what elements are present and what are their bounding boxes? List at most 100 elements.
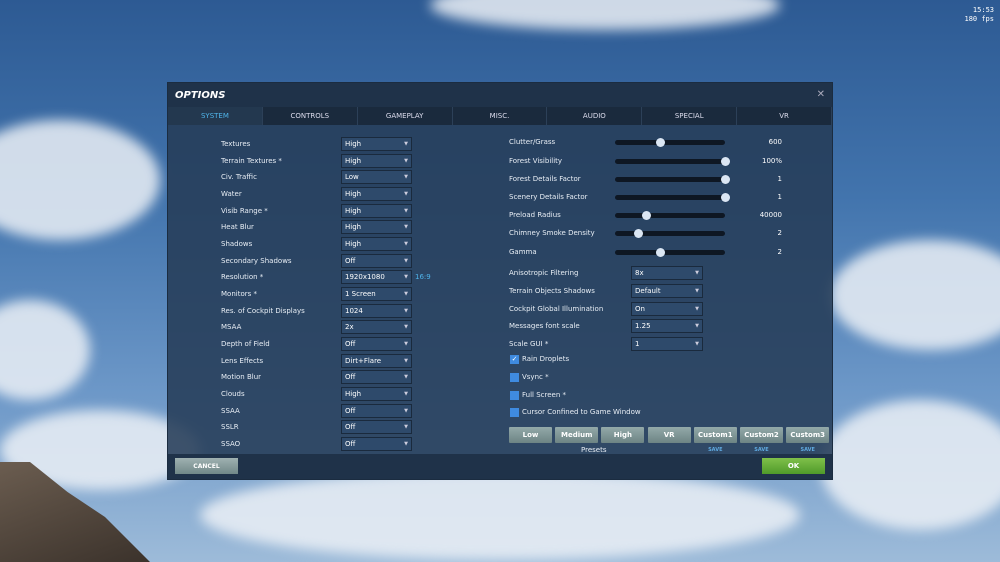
setting-dropdown[interactable]: 1024 ▼ [341,303,412,318]
setting-dropdown[interactable]: Off ▼ [341,403,412,418]
setting-dropdown[interactable]: 1920x1080 ▼ [341,270,412,285]
tab-controls[interactable]: CONTROLS [263,107,358,125]
slider-value: 1 [777,193,782,201]
slider-track[interactable] [615,157,730,166]
setting-dropdown[interactable]: High ▼ [341,137,412,151]
setting-label: Terrain Textures * [221,156,282,165]
setting-dropdown[interactable]: High ▼ [341,237,412,252]
chevron-down-icon: ▼ [404,357,408,364]
chevron-down-icon: ▼ [404,157,408,164]
chevron-down-icon: ▼ [404,407,408,414]
save-preset-link[interactable]: SAVE [786,447,829,453]
dropdown-value: Off [345,340,356,349]
dropdown-value: 1 Screen [345,290,376,299]
save-preset-link[interactable]: SAVE [694,447,737,453]
setting-label: MSAA [221,323,242,332]
setting-dropdown[interactable]: 1.25 ▼ [631,319,703,333]
slider-track[interactable] [615,211,725,220]
setting-dropdown[interactable]: High ▼ [341,220,412,235]
cloud [0,120,160,240]
preset-button-high[interactable]: High [601,427,645,443]
preset-button-vr[interactable]: VR [647,427,691,443]
checkbox[interactable] [510,408,519,417]
chevron-down-icon: ▼ [404,207,408,214]
dropdown-value: 1 [635,340,640,348]
preset-button-custom3[interactable]: Custom3 [786,427,830,443]
setting-dropdown[interactable]: High ▼ [341,153,412,168]
setting-dropdown[interactable]: 2x ▼ [341,320,412,335]
slider-track[interactable] [615,193,730,202]
dropdown-value: Off [345,440,356,449]
tab-system[interactable]: SYSTEM [168,107,263,125]
preset-button-low[interactable]: Low [509,427,552,443]
tab-misc[interactable]: MISC. [453,107,548,125]
setting-dropdown[interactable]: Dirt+Flare ▼ [341,353,412,368]
setting-dropdown[interactable]: 1 ▼ [631,337,703,351]
setting-dropdown[interactable]: Off ▼ [341,437,412,452]
chevron-down-icon: ▼ [404,341,408,348]
slider-track[interactable] [615,138,725,147]
setting-dropdown[interactable]: On ▼ [631,302,703,316]
chevron-down-icon: ▼ [695,341,699,347]
setting-label: Secondary Shadows [221,256,292,265]
setting-label: Resolution * [221,273,264,282]
setting-dropdown[interactable]: Off ▼ [341,370,412,385]
setting-dropdown[interactable]: Off ▼ [341,253,412,268]
slider-handle[interactable] [634,229,644,238]
dropdown-value: Off [345,256,356,265]
slider-track[interactable] [615,175,730,184]
checkbox[interactable]: ✓ [510,355,519,364]
dropdown-value: On [635,305,645,313]
setting-dropdown[interactable]: High ▼ [341,187,412,201]
close-icon[interactable]: ✕ [817,89,825,100]
options-dialog: OPTIONS ✕ SYSTEM CONTROLS GAMEPLAY MISC. AUD… [167,82,833,480]
setting-dropdown[interactable]: High ▼ [341,387,412,402]
checkmark-icon: ✓ [511,355,518,363]
tab-vr[interactable]: VR [737,107,833,125]
preset-button-medium[interactable]: Medium [555,427,599,443]
slider-handle[interactable] [656,248,666,257]
cloud [430,0,780,30]
setting-dropdown[interactable]: 1 Screen ▼ [341,287,412,302]
tab-special[interactable]: SPECIAL [642,107,738,125]
slider-label: Forest Details Factor [509,175,581,183]
checkbox[interactable] [510,373,519,382]
slider-value: 2 [777,229,782,237]
preset-button-custom1[interactable]: Custom1 [693,427,737,443]
slider-track[interactable] [615,229,725,238]
ok-button[interactable]: OK [762,458,825,474]
chevron-down-icon: ▼ [404,191,408,197]
chevron-down-icon: ▼ [695,288,699,294]
preset-button-custom2[interactable]: Custom2 [740,427,783,443]
setting-label: SSAA [221,406,240,415]
chevron-down-icon: ▼ [404,324,408,331]
setting-dropdown[interactable]: Off ▼ [341,420,412,435]
setting-label: SSAO [221,440,241,449]
dropdown-value: High [345,390,362,399]
slider-value: 600 [768,138,782,146]
slider-label: Preload Radius [509,211,561,219]
slider-handle[interactable] [641,211,651,220]
setting-dropdown[interactable]: Off ▼ [341,337,412,352]
setting-dropdown[interactable]: 8x ▼ [631,266,703,280]
slider-handle[interactable] [656,138,666,147]
setting-dropdown[interactable]: Low ▼ [341,170,412,185]
slider-track[interactable] [615,248,725,257]
tab-audio[interactable]: AUDIO [547,107,643,125]
cloud [830,240,1000,350]
cancel-button[interactable]: CANCEL [175,458,238,474]
dropdown-value: High [345,156,362,165]
slider-label: Chimney Smoke Density [509,229,595,237]
setting-dropdown[interactable]: High ▼ [341,203,412,218]
dropdown-value: Dirt+Flare [345,356,382,365]
checkbox-label: Rain Droplets [522,355,570,363]
tab-gameplay[interactable]: GAMEPLAY [358,107,453,125]
save-preset-link[interactable]: SAVE [740,447,783,453]
setting-dropdown[interactable]: Default ▼ [631,284,703,298]
dropdown-value: High [345,240,362,249]
slider-value: 40000 [759,211,782,219]
checkbox[interactable] [510,391,519,400]
chevron-down-icon: ▼ [404,174,408,181]
dropdown-value: High [345,140,362,148]
checkbox-label: Vsync * [522,373,549,381]
